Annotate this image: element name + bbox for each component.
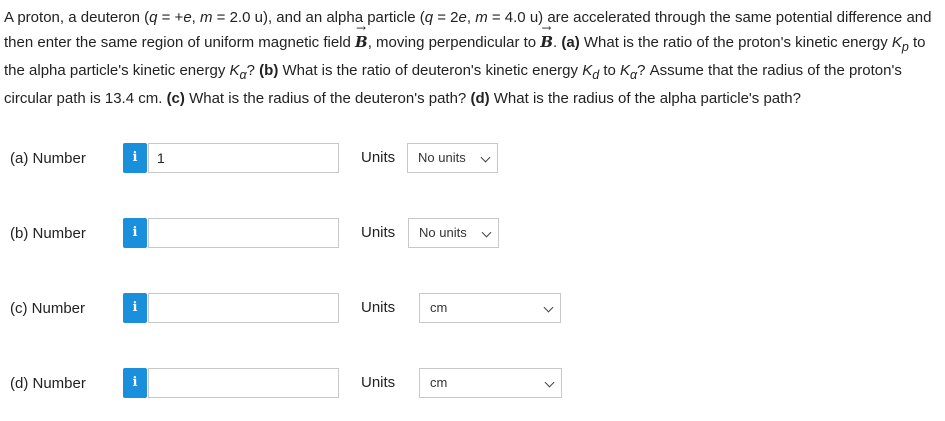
vector-b-symbol: B: [355, 16, 368, 54]
answer-input-c[interactable]: [148, 293, 339, 323]
units-select-d[interactable]: cm: [419, 368, 562, 398]
units-label: Units: [361, 224, 396, 241]
info-icon[interactable]: i: [123, 293, 147, 323]
info-icon[interactable]: i: [123, 218, 147, 248]
row-label: (c) Number: [10, 300, 86, 317]
units-select-b[interactable]: No units: [408, 218, 499, 248]
question-text: A proton, a deuteron (q = +e, m = 2.0 u)…: [4, 6, 940, 111]
row-label: (a) Number: [10, 150, 86, 167]
info-icon[interactable]: i: [123, 368, 147, 398]
answer-input-b[interactable]: [148, 218, 339, 248]
row-label: (d) Number: [10, 375, 86, 392]
chevron-down-icon: [543, 302, 554, 313]
units-selected-value: cm: [430, 375, 448, 390]
chevron-down-icon: [481, 227, 492, 238]
units-label: Units: [361, 299, 396, 316]
answer-input-d[interactable]: [148, 368, 339, 398]
units-select-c[interactable]: cm: [419, 293, 561, 323]
units-label: Units: [361, 149, 396, 166]
vector-b-symbol: B: [540, 16, 553, 54]
units-selected-value: cm: [430, 300, 448, 315]
row-label: (b) Number: [10, 225, 86, 242]
units-selected-value: No units: [419, 225, 467, 240]
units-selected-value: No units: [418, 150, 466, 165]
chevron-down-icon: [544, 377, 555, 388]
units-label: Units: [361, 374, 396, 391]
answer-input-a[interactable]: [148, 143, 339, 173]
chevron-down-icon: [480, 152, 491, 163]
units-select-a[interactable]: No units: [407, 143, 498, 173]
info-icon[interactable]: i: [123, 143, 147, 173]
